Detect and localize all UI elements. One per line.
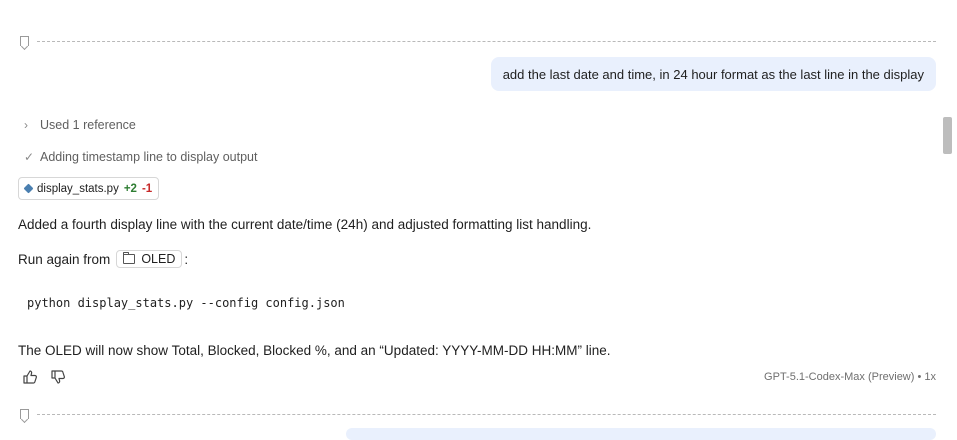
bookmark-icon[interactable]: [20, 409, 29, 419]
thumbs-down-icon[interactable]: [50, 369, 66, 385]
chevron-right-icon: ›: [24, 118, 28, 132]
message-divider: [20, 36, 936, 46]
file-change-chip[interactable]: display_stats.py +2 -1: [18, 177, 160, 200]
folder-name: OLED: [141, 252, 176, 266]
bookmark-icon[interactable]: [20, 36, 29, 46]
user-message-text: add the last date and time, in 24 hour f…: [502, 66, 924, 82]
references-label: Used 1 reference: [40, 118, 136, 132]
feedback-buttons: [22, 369, 66, 385]
file-name: display_stats.py: [37, 182, 119, 195]
deletions-count: -1: [141, 182, 153, 195]
user-message-bubble: add the last date and time, in 24 hour f…: [490, 57, 936, 91]
thumbs-up-icon[interactable]: [22, 369, 38, 385]
step-label: Adding timestamp line to display output: [40, 150, 258, 164]
dashed-line: [37, 40, 936, 42]
code-block[interactable]: python display_stats.py --config config.…: [27, 296, 345, 310]
run-again-line: Run again from OLED :: [18, 250, 188, 268]
scrollbar-thumb[interactable]: [943, 117, 952, 154]
next-user-message-bubble: [346, 428, 936, 440]
response-paragraph: Added a fourth display line with the cur…: [18, 217, 592, 232]
additions-count: +2: [123, 182, 137, 195]
response-paragraph-2: The OLED will now show Total, Blocked, B…: [18, 343, 611, 358]
model-label[interactable]: GPT-5.1-Codex-Max (Preview) • 1x: [764, 371, 936, 383]
run-again-prefix: Run again from: [18, 251, 111, 267]
python-file-icon: [23, 183, 34, 194]
run-again-suffix: :: [184, 251, 189, 267]
folder-icon: [123, 252, 136, 264]
dashed-line: [37, 413, 936, 415]
folder-chip[interactable]: OLED: [116, 250, 183, 268]
message-divider-bottom: [20, 409, 936, 419]
step-item: ✓ Adding timestamp line to display outpu…: [24, 150, 258, 164]
check-icon: ✓: [24, 150, 35, 164]
references-toggle[interactable]: › Used 1 reference: [24, 118, 136, 132]
